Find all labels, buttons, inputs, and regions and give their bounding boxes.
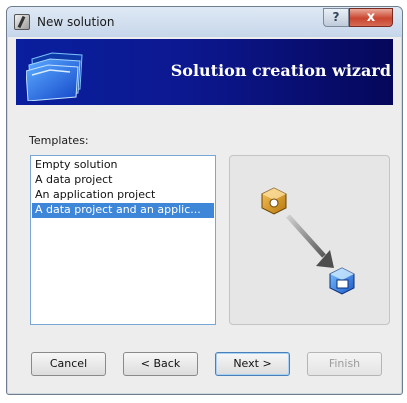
- list-item-application-project[interactable]: An application project: [32, 188, 214, 203]
- folder-stack-icon: [26, 52, 83, 101]
- app-icon: [14, 14, 30, 30]
- templates-list[interactable]: Empty solution A data project An applica…: [30, 155, 216, 325]
- templates-label: Templates:: [29, 134, 89, 147]
- banner-title: Solution creation wizard: [170, 61, 391, 80]
- back-button[interactable]: < Back: [123, 352, 198, 376]
- application-project-icon: [329, 267, 355, 295]
- preview-illustration: [261, 187, 355, 295]
- list-item-data-and-application-project[interactable]: A data project and an applic...: [32, 203, 214, 218]
- window-title: New solution: [37, 15, 115, 29]
- arrow-icon: [286, 214, 334, 268]
- close-button[interactable]: x: [349, 8, 393, 27]
- cancel-button[interactable]: Cancel: [31, 352, 106, 376]
- list-item-empty-solution[interactable]: Empty solution: [32, 158, 214, 173]
- next-button[interactable]: Next >: [215, 352, 290, 376]
- list-item-data-project[interactable]: A data project: [32, 173, 214, 188]
- wizard-banner: Solution creation wizard: [16, 39, 393, 105]
- help-button[interactable]: ?: [323, 8, 349, 27]
- new-solution-dialog: New solution ? x Solution creation wizar…: [6, 6, 403, 395]
- template-preview: [229, 155, 390, 325]
- title-bar[interactable]: New solution ? x: [7, 7, 402, 37]
- finish-button[interactable]: Finish: [307, 352, 382, 376]
- data-project-icon: [261, 187, 287, 215]
